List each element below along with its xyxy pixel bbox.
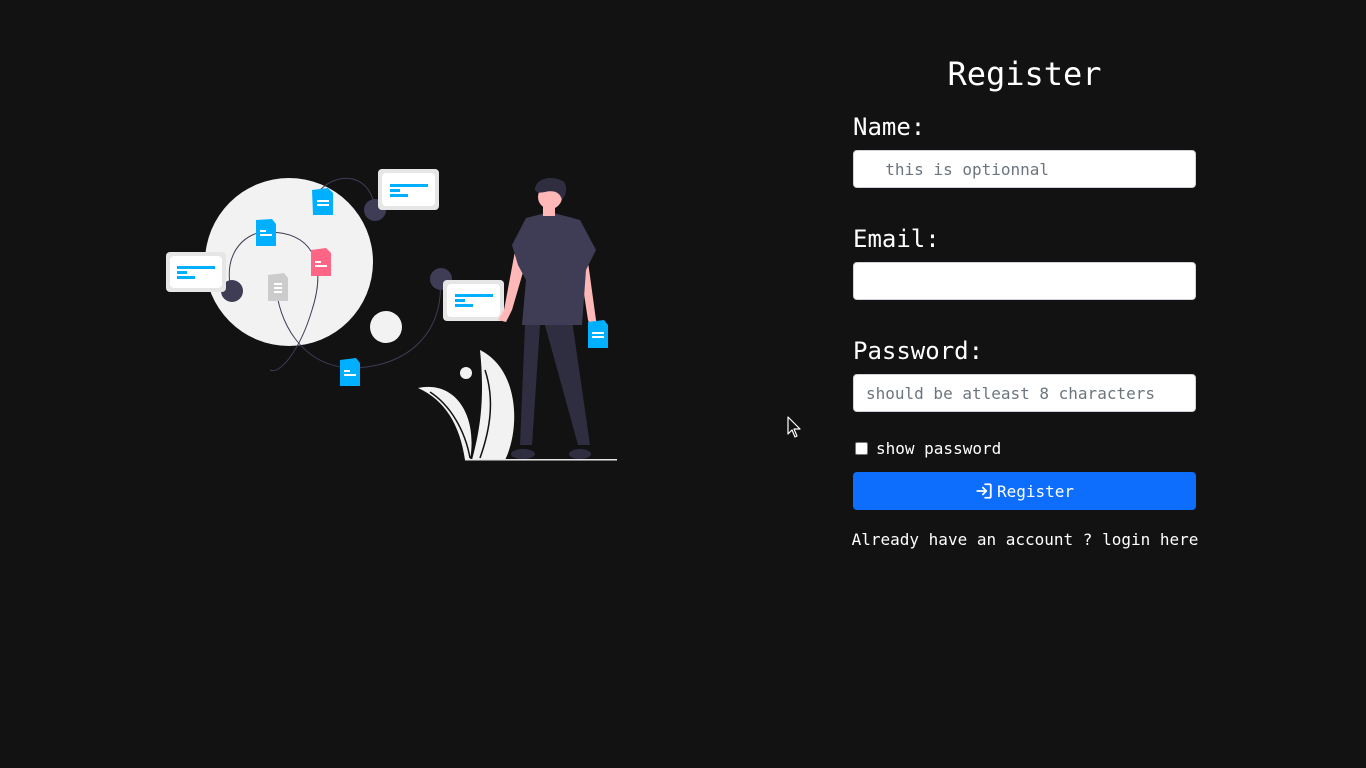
name-label: Name: [853,113,926,141]
document-gray [268,273,288,301]
email-label: Email: [853,225,940,253]
password-group: Password: [853,336,1196,412]
plant [418,350,515,460]
document-blue-2 [256,219,276,246]
document-pink [311,248,331,276]
page-title: Register [947,55,1102,93]
login-link[interactable]: login here [1102,530,1198,549]
chat-bubble-right [443,280,504,321]
show-password-checkbox[interactable] [855,441,868,455]
email-input[interactable] [853,262,1196,300]
chat-bubble-top [378,169,439,210]
register-form: Register Name: Email: Password: show pas… [852,40,1199,549]
register-button-label: Register [996,481,1075,501]
register-button[interactable]: Register [853,472,1196,510]
name-group: Name: [853,112,1196,188]
login-prompt-text: Already have an account ? [851,530,1103,549]
login-arrow-icon [976,483,992,499]
document-blue-3 [340,358,360,386]
show-password-label[interactable]: show password [876,439,1001,458]
mouse-pointer-icon [787,416,801,438]
chat-bubble-left [166,252,226,292]
ground-line [465,459,617,461]
email-group: Email: [853,224,1196,300]
password-label: Password: [853,337,984,365]
hero-illustration [166,169,617,461]
register-page: Register Name: Email: Password: show pas… [0,0,1366,768]
person-figure [498,178,608,459]
show-password-row: show password [853,438,1196,458]
white-circle-2 [460,367,472,379]
white-circle-1 [370,311,402,343]
document-blue-1 [312,188,333,215]
password-input[interactable] [853,374,1196,412]
name-input[interactable] [853,150,1196,188]
login-prompt: Already have an account ? login here [845,530,1205,549]
